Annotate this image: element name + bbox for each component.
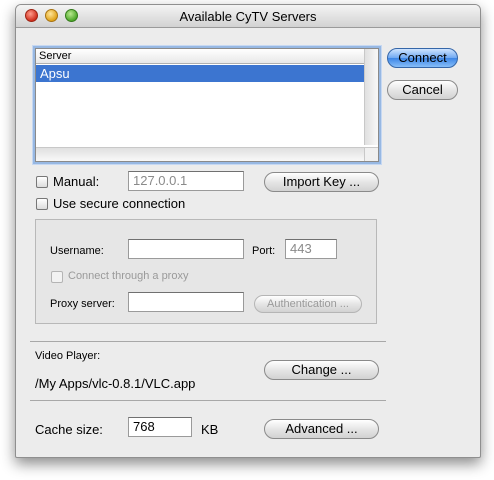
video-player-path: /My Apps/vlc-0.8.1/VLC.app	[35, 376, 196, 391]
window-title: Available CyTV Servers	[179, 9, 317, 24]
username-label: Username:	[50, 245, 104, 257]
secure-connection-checkbox[interactable]	[36, 198, 48, 210]
cache-size-unit: KB	[201, 422, 219, 437]
manual-address-field[interactable]: 127.0.0.1	[128, 171, 244, 191]
scroll-corner	[364, 147, 378, 161]
connect-button[interactable]: Connect	[387, 48, 458, 68]
manual-label: Manual:	[53, 174, 100, 189]
horizontal-scrollbar[interactable]	[36, 147, 364, 161]
dialog-window: Available CyTV Servers Server Apsu Conne…	[15, 4, 481, 458]
separator-2	[30, 400, 386, 401]
proxy-server-label: Proxy server:	[50, 298, 115, 310]
proxy-checkbox[interactable]	[51, 271, 63, 283]
video-player-label: Video Player:	[35, 350, 101, 362]
cache-size-field[interactable]: 768	[128, 417, 192, 437]
separator-1	[30, 341, 386, 342]
server-list[interactable]: Server Apsu	[35, 48, 379, 162]
advanced-button[interactable]: Advanced ...	[264, 419, 379, 439]
authentication-button[interactable]: Authentication ...	[254, 295, 362, 313]
change-player-button[interactable]: Change ...	[264, 360, 379, 380]
port-label: Port:	[252, 245, 276, 257]
manual-checkbox[interactable]	[36, 176, 48, 188]
credentials-group: Username: Port: 443 Connect through a pr…	[35, 219, 377, 324]
proxy-checkbox-label: Connect through a proxy	[68, 270, 189, 282]
cache-size-label: Cache size:	[35, 422, 103, 437]
title-bar[interactable]: Available CyTV Servers	[16, 5, 480, 28]
secure-connection-label: Use secure connection	[53, 196, 186, 211]
server-row[interactable]: Apsu	[36, 65, 364, 82]
import-key-button[interactable]: Import Key ...	[264, 172, 379, 192]
proxy-server-field[interactable]	[128, 292, 244, 312]
vertical-scrollbar[interactable]	[364, 49, 378, 145]
username-field[interactable]	[128, 239, 244, 259]
cancel-button[interactable]: Cancel	[387, 80, 458, 100]
port-field[interactable]: 443	[285, 239, 337, 259]
server-column-header[interactable]: Server	[36, 49, 364, 64]
